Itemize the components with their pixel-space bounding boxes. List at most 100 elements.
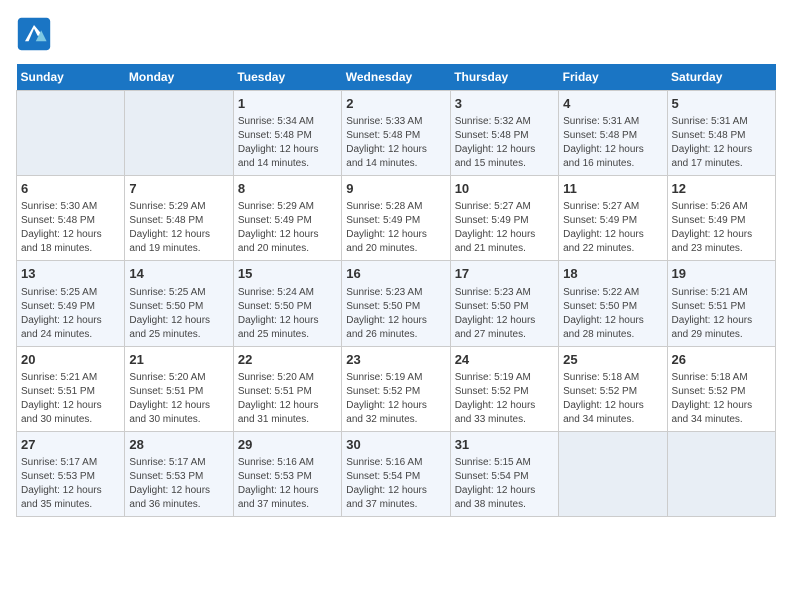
day-cell: 13Sunrise: 5:25 AMSunset: 5:49 PMDayligh…: [17, 261, 125, 346]
day-cell: [125, 91, 233, 176]
day-number: 23: [346, 351, 445, 369]
calendar-body: 1Sunrise: 5:34 AMSunset: 5:48 PMDaylight…: [17, 91, 776, 517]
day-number: 31: [455, 436, 554, 454]
day-detail: Sunrise: 5:16 AMSunset: 5:53 PMDaylight:…: [238, 456, 337, 512]
day-cell: 22 Sunrise: 5:20 AMSunset: 5:51 PMDayligh…: [233, 346, 341, 431]
day-number: 28: [129, 436, 228, 454]
header-row: SundayMondayTuesdayWednesdayThursdayFrid…: [17, 64, 776, 91]
logo-icon: [16, 16, 52, 52]
calendar-table: SundayMondayTuesdayWednesdayThursdayFrid…: [16, 64, 776, 517]
day-number: 16: [346, 265, 445, 283]
day-number: 4: [563, 95, 662, 113]
day-cell: 21Sunrise: 5:20 AMSunset: 5:51 PMDayligh…: [125, 346, 233, 431]
week-row-2: 13Sunrise: 5:25 AMSunset: 5:49 PMDayligh…: [17, 261, 776, 346]
day-detail: Sunrise: 5:22 AMSunset: 5:50 PMDaylight:…: [563, 286, 662, 342]
day-detail: Sunrise: 5:21 AMSunset: 5:51 PMDaylight:…: [672, 286, 771, 342]
day-number: 5: [672, 95, 771, 113]
col-header-friday: Friday: [559, 64, 667, 91]
day-detail: Sunrise: 5:23 AMSunset: 5:50 PMDaylight:…: [346, 286, 445, 342]
day-number: 18: [563, 265, 662, 283]
day-number: 21: [129, 351, 228, 369]
day-number: 1: [238, 95, 337, 113]
day-detail: Sunrise: 5:26 AMSunset: 5:49 PMDaylight:…: [672, 200, 771, 256]
day-detail: Sunrise: 5:24 AMSunset: 5:50 PMDaylight:…: [238, 286, 337, 342]
day-number: 25: [563, 351, 662, 369]
day-cell: 6 Sunrise: 5:30 AMSunset: 5:48 PMDaylight…: [17, 176, 125, 261]
day-cell: 24 Sunrise: 5:19 AMSunset: 5:52 PMDayligh…: [450, 346, 558, 431]
day-cell: 25 Sunrise: 5:18 AMSunset: 5:52 PMDayligh…: [559, 346, 667, 431]
day-detail: Sunrise: 5:18 AMSunset: 5:52 PMDaylight:…: [672, 371, 771, 427]
day-number: 24: [455, 351, 554, 369]
page-header: [16, 16, 776, 52]
day-detail: Sunrise: 5:32 AMSunset: 5:48 PMDaylight:…: [455, 115, 554, 171]
day-cell: 20 Sunrise: 5:21 AMSunset: 5:51 PMDayligh…: [17, 346, 125, 431]
calendar-header: SundayMondayTuesdayWednesdayThursdayFrid…: [17, 64, 776, 91]
day-number: 7: [129, 180, 228, 198]
day-detail: Sunrise: 5:21 AMSunset: 5:51 PMDaylight:…: [21, 371, 120, 427]
day-number: 19: [672, 265, 771, 283]
day-number: 3: [455, 95, 554, 113]
day-cell: 10 Sunrise: 5:27 AMSunset: 5:49 PMDayligh…: [450, 176, 558, 261]
day-number: 17: [455, 265, 554, 283]
col-header-wednesday: Wednesday: [342, 64, 450, 91]
day-detail: Sunrise: 5:33 AMSunset: 5:48 PMDaylight:…: [346, 115, 445, 171]
day-cell: 28 Sunrise: 5:17 AMSunset: 5:53 PMDayligh…: [125, 431, 233, 516]
day-cell: [559, 431, 667, 516]
logo: [16, 16, 56, 52]
day-detail: Sunrise: 5:17 AMSunset: 5:53 PMDaylight:…: [129, 456, 228, 512]
day-number: 11: [563, 180, 662, 198]
day-cell: 18 Sunrise: 5:22 AMSunset: 5:50 PMDayligh…: [559, 261, 667, 346]
day-number: 30: [346, 436, 445, 454]
day-detail: Sunrise: 5:16 AMSunset: 5:54 PMDaylight:…: [346, 456, 445, 512]
day-cell: 23 Sunrise: 5:19 AMSunset: 5:52 PMDayligh…: [342, 346, 450, 431]
day-detail: Sunrise: 5:25 AMSunset: 5:50 PMDaylight:…: [129, 286, 228, 342]
day-cell: 14 Sunrise: 5:25 AMSunset: 5:50 PMDayligh…: [125, 261, 233, 346]
day-cell: 1Sunrise: 5:34 AMSunset: 5:48 PMDaylight…: [233, 91, 341, 176]
day-cell: 5Sunrise: 5:31 AMSunset: 5:48 PMDaylight…: [667, 91, 775, 176]
day-cell: 27Sunrise: 5:17 AMSunset: 5:53 PMDayligh…: [17, 431, 125, 516]
day-cell: 9 Sunrise: 5:28 AMSunset: 5:49 PMDaylight…: [342, 176, 450, 261]
day-number: 14: [129, 265, 228, 283]
day-cell: 3 Sunrise: 5:32 AMSunset: 5:48 PMDaylight…: [450, 91, 558, 176]
day-cell: 4 Sunrise: 5:31 AMSunset: 5:48 PMDaylight…: [559, 91, 667, 176]
day-detail: Sunrise: 5:17 AMSunset: 5:53 PMDaylight:…: [21, 456, 120, 512]
day-detail: Sunrise: 5:15 AMSunset: 5:54 PMDaylight:…: [455, 456, 554, 512]
day-number: 12: [672, 180, 771, 198]
week-row-3: 20 Sunrise: 5:21 AMSunset: 5:51 PMDayligh…: [17, 346, 776, 431]
day-detail: Sunrise: 5:20 AMSunset: 5:51 PMDaylight:…: [238, 371, 337, 427]
week-row-4: 27Sunrise: 5:17 AMSunset: 5:53 PMDayligh…: [17, 431, 776, 516]
day-number: 8: [238, 180, 337, 198]
day-number: 2: [346, 95, 445, 113]
day-cell: 16 Sunrise: 5:23 AMSunset: 5:50 PMDayligh…: [342, 261, 450, 346]
day-number: 10: [455, 180, 554, 198]
day-cell: 12 Sunrise: 5:26 AMSunset: 5:49 PMDayligh…: [667, 176, 775, 261]
day-cell: 19 Sunrise: 5:21 AMSunset: 5:51 PMDayligh…: [667, 261, 775, 346]
day-number: 9: [346, 180, 445, 198]
col-header-saturday: Saturday: [667, 64, 775, 91]
day-number: 20: [21, 351, 120, 369]
day-number: 6: [21, 180, 120, 198]
day-number: 13: [21, 265, 120, 283]
day-number: 22: [238, 351, 337, 369]
day-detail: Sunrise: 5:18 AMSunset: 5:52 PMDaylight:…: [563, 371, 662, 427]
day-cell: 30 Sunrise: 5:16 AMSunset: 5:54 PMDayligh…: [342, 431, 450, 516]
day-cell: 29 Sunrise: 5:16 AMSunset: 5:53 PMDayligh…: [233, 431, 341, 516]
day-cell: [667, 431, 775, 516]
day-cell: 15Sunrise: 5:24 AMSunset: 5:50 PMDayligh…: [233, 261, 341, 346]
day-cell: 8 Sunrise: 5:29 AMSunset: 5:49 PMDaylight…: [233, 176, 341, 261]
day-detail: Sunrise: 5:27 AMSunset: 5:49 PMDaylight:…: [455, 200, 554, 256]
day-detail: Sunrise: 5:29 AMSunset: 5:48 PMDaylight:…: [129, 200, 228, 256]
col-header-sunday: Sunday: [17, 64, 125, 91]
day-detail: Sunrise: 5:31 AMSunset: 5:48 PMDaylight:…: [563, 115, 662, 171]
day-cell: 11Sunrise: 5:27 AMSunset: 5:49 PMDayligh…: [559, 176, 667, 261]
day-detail: Sunrise: 5:29 AMSunset: 5:49 PMDaylight:…: [238, 200, 337, 256]
day-number: 29: [238, 436, 337, 454]
day-detail: Sunrise: 5:30 AMSunset: 5:48 PMDaylight:…: [21, 200, 120, 256]
day-cell: 31 Sunrise: 5:15 AMSunset: 5:54 PMDayligh…: [450, 431, 558, 516]
day-detail: Sunrise: 5:28 AMSunset: 5:49 PMDaylight:…: [346, 200, 445, 256]
col-header-monday: Monday: [125, 64, 233, 91]
day-detail: Sunrise: 5:19 AMSunset: 5:52 PMDaylight:…: [455, 371, 554, 427]
day-cell: 17Sunrise: 5:23 AMSunset: 5:50 PMDayligh…: [450, 261, 558, 346]
day-detail: Sunrise: 5:19 AMSunset: 5:52 PMDaylight:…: [346, 371, 445, 427]
day-cell: 26Sunrise: 5:18 AMSunset: 5:52 PMDayligh…: [667, 346, 775, 431]
